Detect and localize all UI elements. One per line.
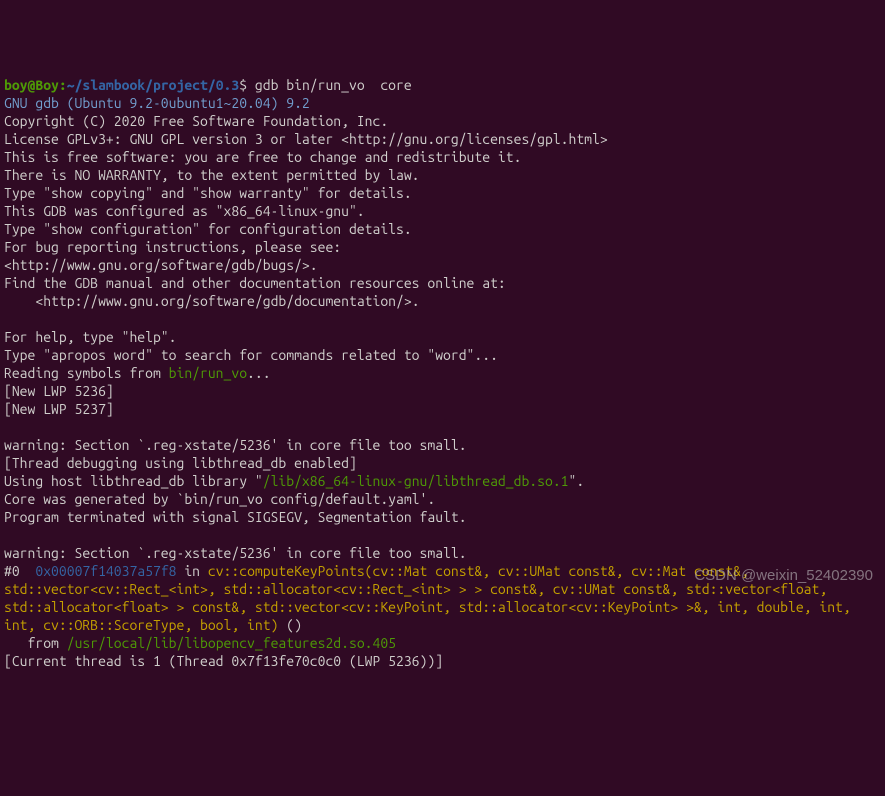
libthread-path: /lib/x86_64-linux-gnu/libthread_db.so.1 (263, 473, 569, 489)
warning1: warning: Section `.reg-xstate/5236' in c… (4, 436, 881, 454)
prompt-line: boy@Boy:~/slambook/project/0.3$ gdb bin/… (4, 76, 881, 94)
warning2: warning: Section `.reg-xstate/5236' in c… (4, 544, 881, 562)
gdb-version: GNU gdb (Ubuntu 9.2-0ubuntu1~20.04) 9.2 (4, 94, 881, 112)
sigsegv: Program terminated with signal SIGSEGV, … (4, 508, 881, 526)
bugs2: <http://www.gnu.org/software/gdb/bugs/>. (4, 256, 881, 274)
terminal-output[interactable]: boy@Boy:~/slambook/project/0.3$ gdb bin/… (4, 76, 881, 670)
lwp1: [New LWP 5236] (4, 382, 881, 400)
using-suffix: ". (569, 473, 585, 489)
warranty: There is NO WARRANTY, to the extent perm… (4, 166, 881, 184)
blank2 (4, 418, 881, 436)
reading-suffix: ... (247, 365, 271, 381)
core-generated: Core was generated by `bin/run_vo config… (4, 490, 881, 508)
docs1: Find the GDB manual and other documentat… (4, 274, 881, 292)
type-config: Type "show configuration" for configurat… (4, 220, 881, 238)
frame0-prefix: #0 (4, 563, 35, 579)
prompt-dollar: $ (239, 77, 247, 93)
reading-path: bin/run_vo (169, 365, 247, 381)
free-text: This is free software: you are free to c… (4, 148, 881, 166)
prompt-path: ~/slambook/project/0.3 (67, 77, 239, 93)
configured: This GDB was configured as "x86_64-linux… (4, 202, 881, 220)
frame0: #0 0x00007f14037a57f8 in cv::computeKeyP… (4, 563, 859, 633)
frame0-in: in (177, 563, 208, 579)
prompt-user: boy@Boy (4, 77, 59, 93)
frame0-tail: () (278, 617, 302, 633)
command-text: gdb bin/run_vo core (247, 77, 412, 93)
help2: Type "apropos word" to search for comman… (4, 346, 881, 364)
from-line: from /usr/local/lib/libopencv_features2d… (4, 634, 881, 652)
frame0-address: 0x00007f14037a57f8 (35, 563, 176, 579)
from-path: /usr/local/lib/libopencv_features2d.so.4… (67, 635, 396, 651)
reading-prefix: Reading symbols from (4, 365, 169, 381)
help1: For help, type "help". (4, 328, 881, 346)
reading-symbols: Reading symbols from bin/run_vo... (4, 364, 881, 382)
thread-debug: [Thread debugging using libthread_db ena… (4, 454, 881, 472)
license: License GPLv3+: GNU GPL version 3 or lat… (4, 130, 881, 148)
docs2: <http://www.gnu.org/software/gdb/documen… (4, 292, 881, 310)
blank (4, 310, 881, 328)
bugs1: For bug reporting instructions, please s… (4, 238, 881, 256)
current-thread: [Current thread is 1 (Thread 0x7f13fe70c… (4, 652, 881, 670)
copyright: Copyright (C) 2020 Free Software Foundat… (4, 112, 881, 130)
from-prefix: from (4, 635, 67, 651)
lwp2: [New LWP 5237] (4, 400, 881, 418)
libthread-line: Using host libthread_db library "/lib/x8… (4, 472, 881, 490)
prompt-colon: : (59, 77, 67, 93)
blank3 (4, 526, 881, 544)
type-show: Type "show copying" and "show warranty" … (4, 184, 881, 202)
using-prefix: Using host libthread_db library " (4, 473, 263, 489)
